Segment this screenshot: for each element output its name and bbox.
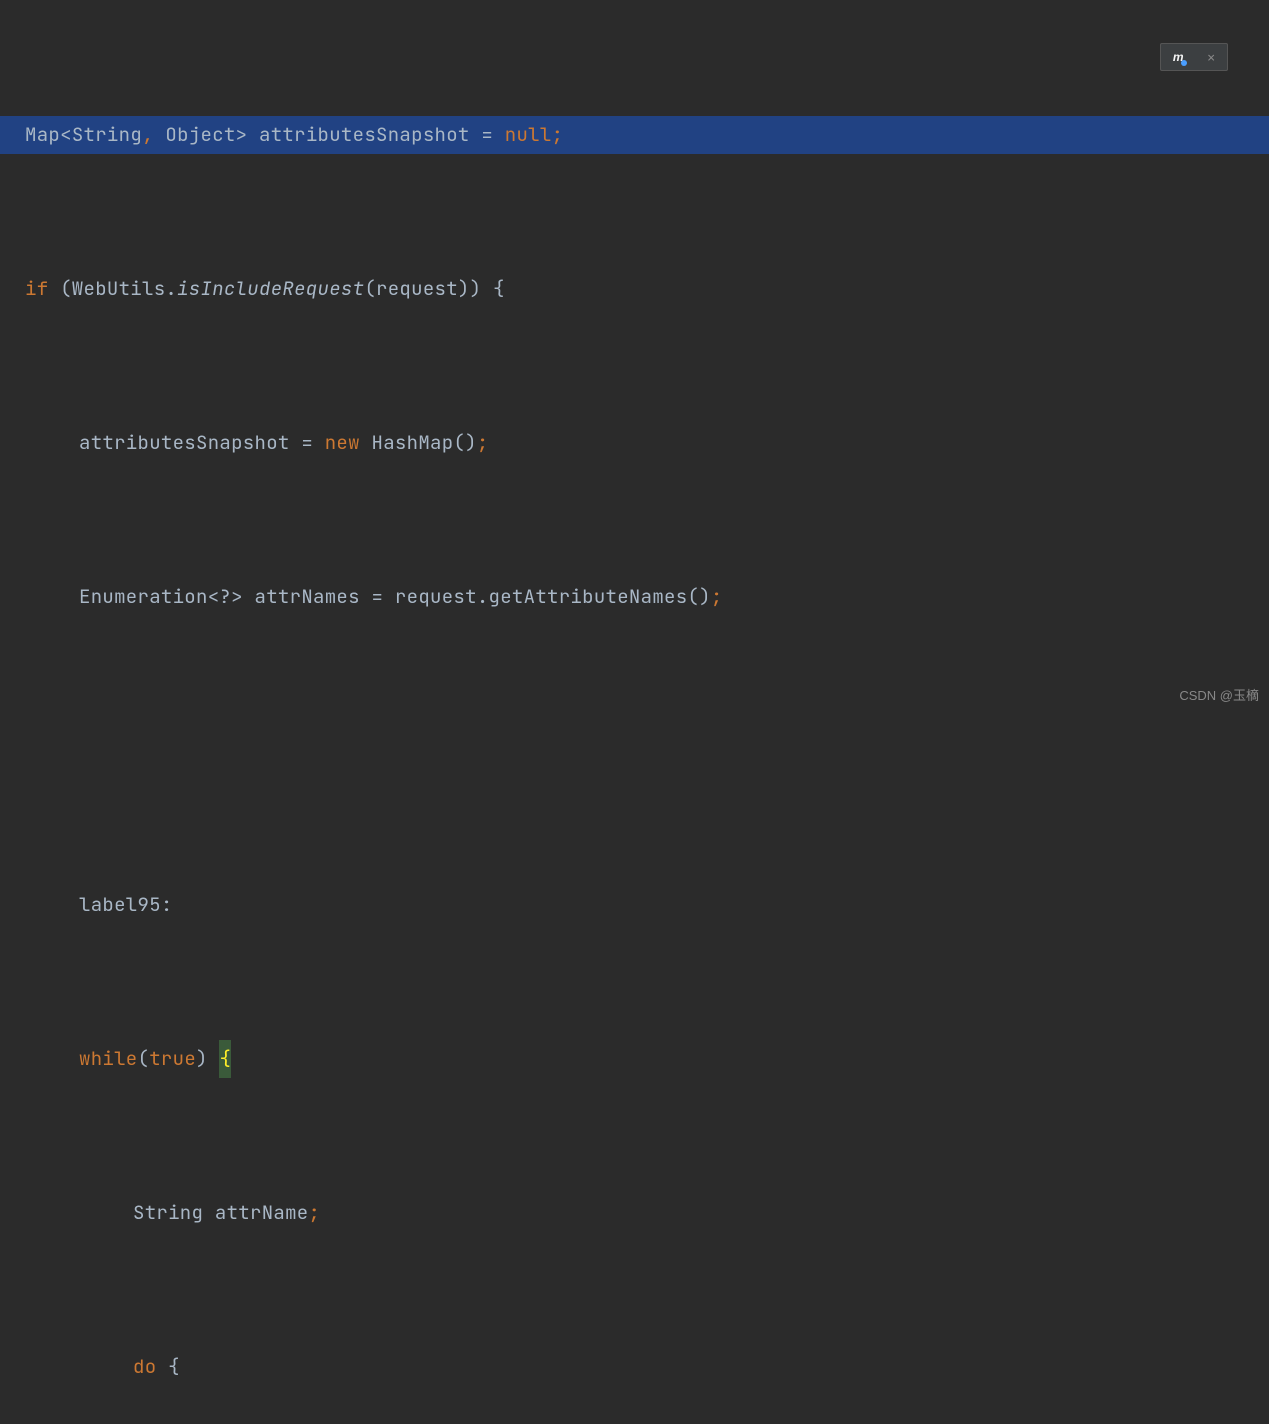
- code-token: if: [25, 270, 48, 309]
- code-token: HashMap(): [360, 424, 477, 463]
- code-line: label95:: [0, 886, 1269, 925]
- code-line: attributesSnapshot = new HashMap();: [0, 424, 1269, 463]
- code-token: do: [133, 1348, 156, 1387]
- code-token: request.getAttributeNames(): [383, 578, 711, 617]
- brace-highlight: {: [219, 1040, 231, 1079]
- code-token: (: [138, 1040, 150, 1079]
- code-token: <?>: [208, 578, 243, 617]
- editor-widget[interactable]: m ✕: [1160, 43, 1228, 71]
- code-token: new: [313, 424, 360, 463]
- code-token: attributesSnapshot: [79, 424, 301, 463]
- code-line: [0, 732, 1269, 771]
- code-token: ): [196, 1040, 219, 1079]
- code-token: (WebUtils.: [48, 270, 177, 309]
- code-token: ;: [552, 116, 564, 155]
- code-token: String attrName: [133, 1194, 309, 1233]
- code-token: =: [372, 578, 384, 617]
- code-line: String attrName;: [0, 1194, 1269, 1233]
- code-token: >: [236, 116, 248, 155]
- code-line: if (WebUtils.isIncludeRequest(request)) …: [0, 270, 1269, 309]
- code-token: label95:: [79, 886, 173, 925]
- code-token: attrNames: [243, 578, 372, 617]
- code-token: isIncludeRequest: [177, 270, 364, 309]
- code-token: ;: [711, 578, 723, 617]
- code-token: null: [493, 116, 552, 155]
- code-line: while(true) {: [0, 1040, 1269, 1079]
- code-token: =: [481, 116, 493, 155]
- code-token: ,: [142, 116, 154, 155]
- code-token: =: [301, 424, 313, 463]
- code-token: true: [149, 1040, 196, 1079]
- close-icon[interactable]: ✕: [1207, 49, 1215, 66]
- code-line: Map<String, Object> attributesSnapshot =…: [0, 116, 1269, 155]
- code-token: <: [60, 116, 72, 155]
- code-token: Enumeration: [79, 578, 208, 617]
- watermark-text: CSDN @玉樀: [1179, 685, 1259, 704]
- code-token: ;: [477, 424, 489, 463]
- code-token: Map: [25, 116, 60, 155]
- code-token: (request)) {: [364, 270, 504, 309]
- code-token: ;: [309, 1194, 321, 1233]
- code-token: String: [72, 116, 142, 155]
- code-token: attributesSnapshot: [247, 116, 481, 155]
- code-token: {: [156, 1348, 179, 1387]
- code-editor[interactable]: Map<String, Object> attributesSnapshot =…: [0, 0, 1269, 1424]
- code-token: while: [79, 1040, 138, 1079]
- code-token: Object: [154, 116, 236, 155]
- widget-logo-icon: m: [1173, 50, 1184, 64]
- code-line: Enumeration<?> attrNames = request.getAt…: [0, 578, 1269, 617]
- code-line: do {: [0, 1348, 1269, 1387]
